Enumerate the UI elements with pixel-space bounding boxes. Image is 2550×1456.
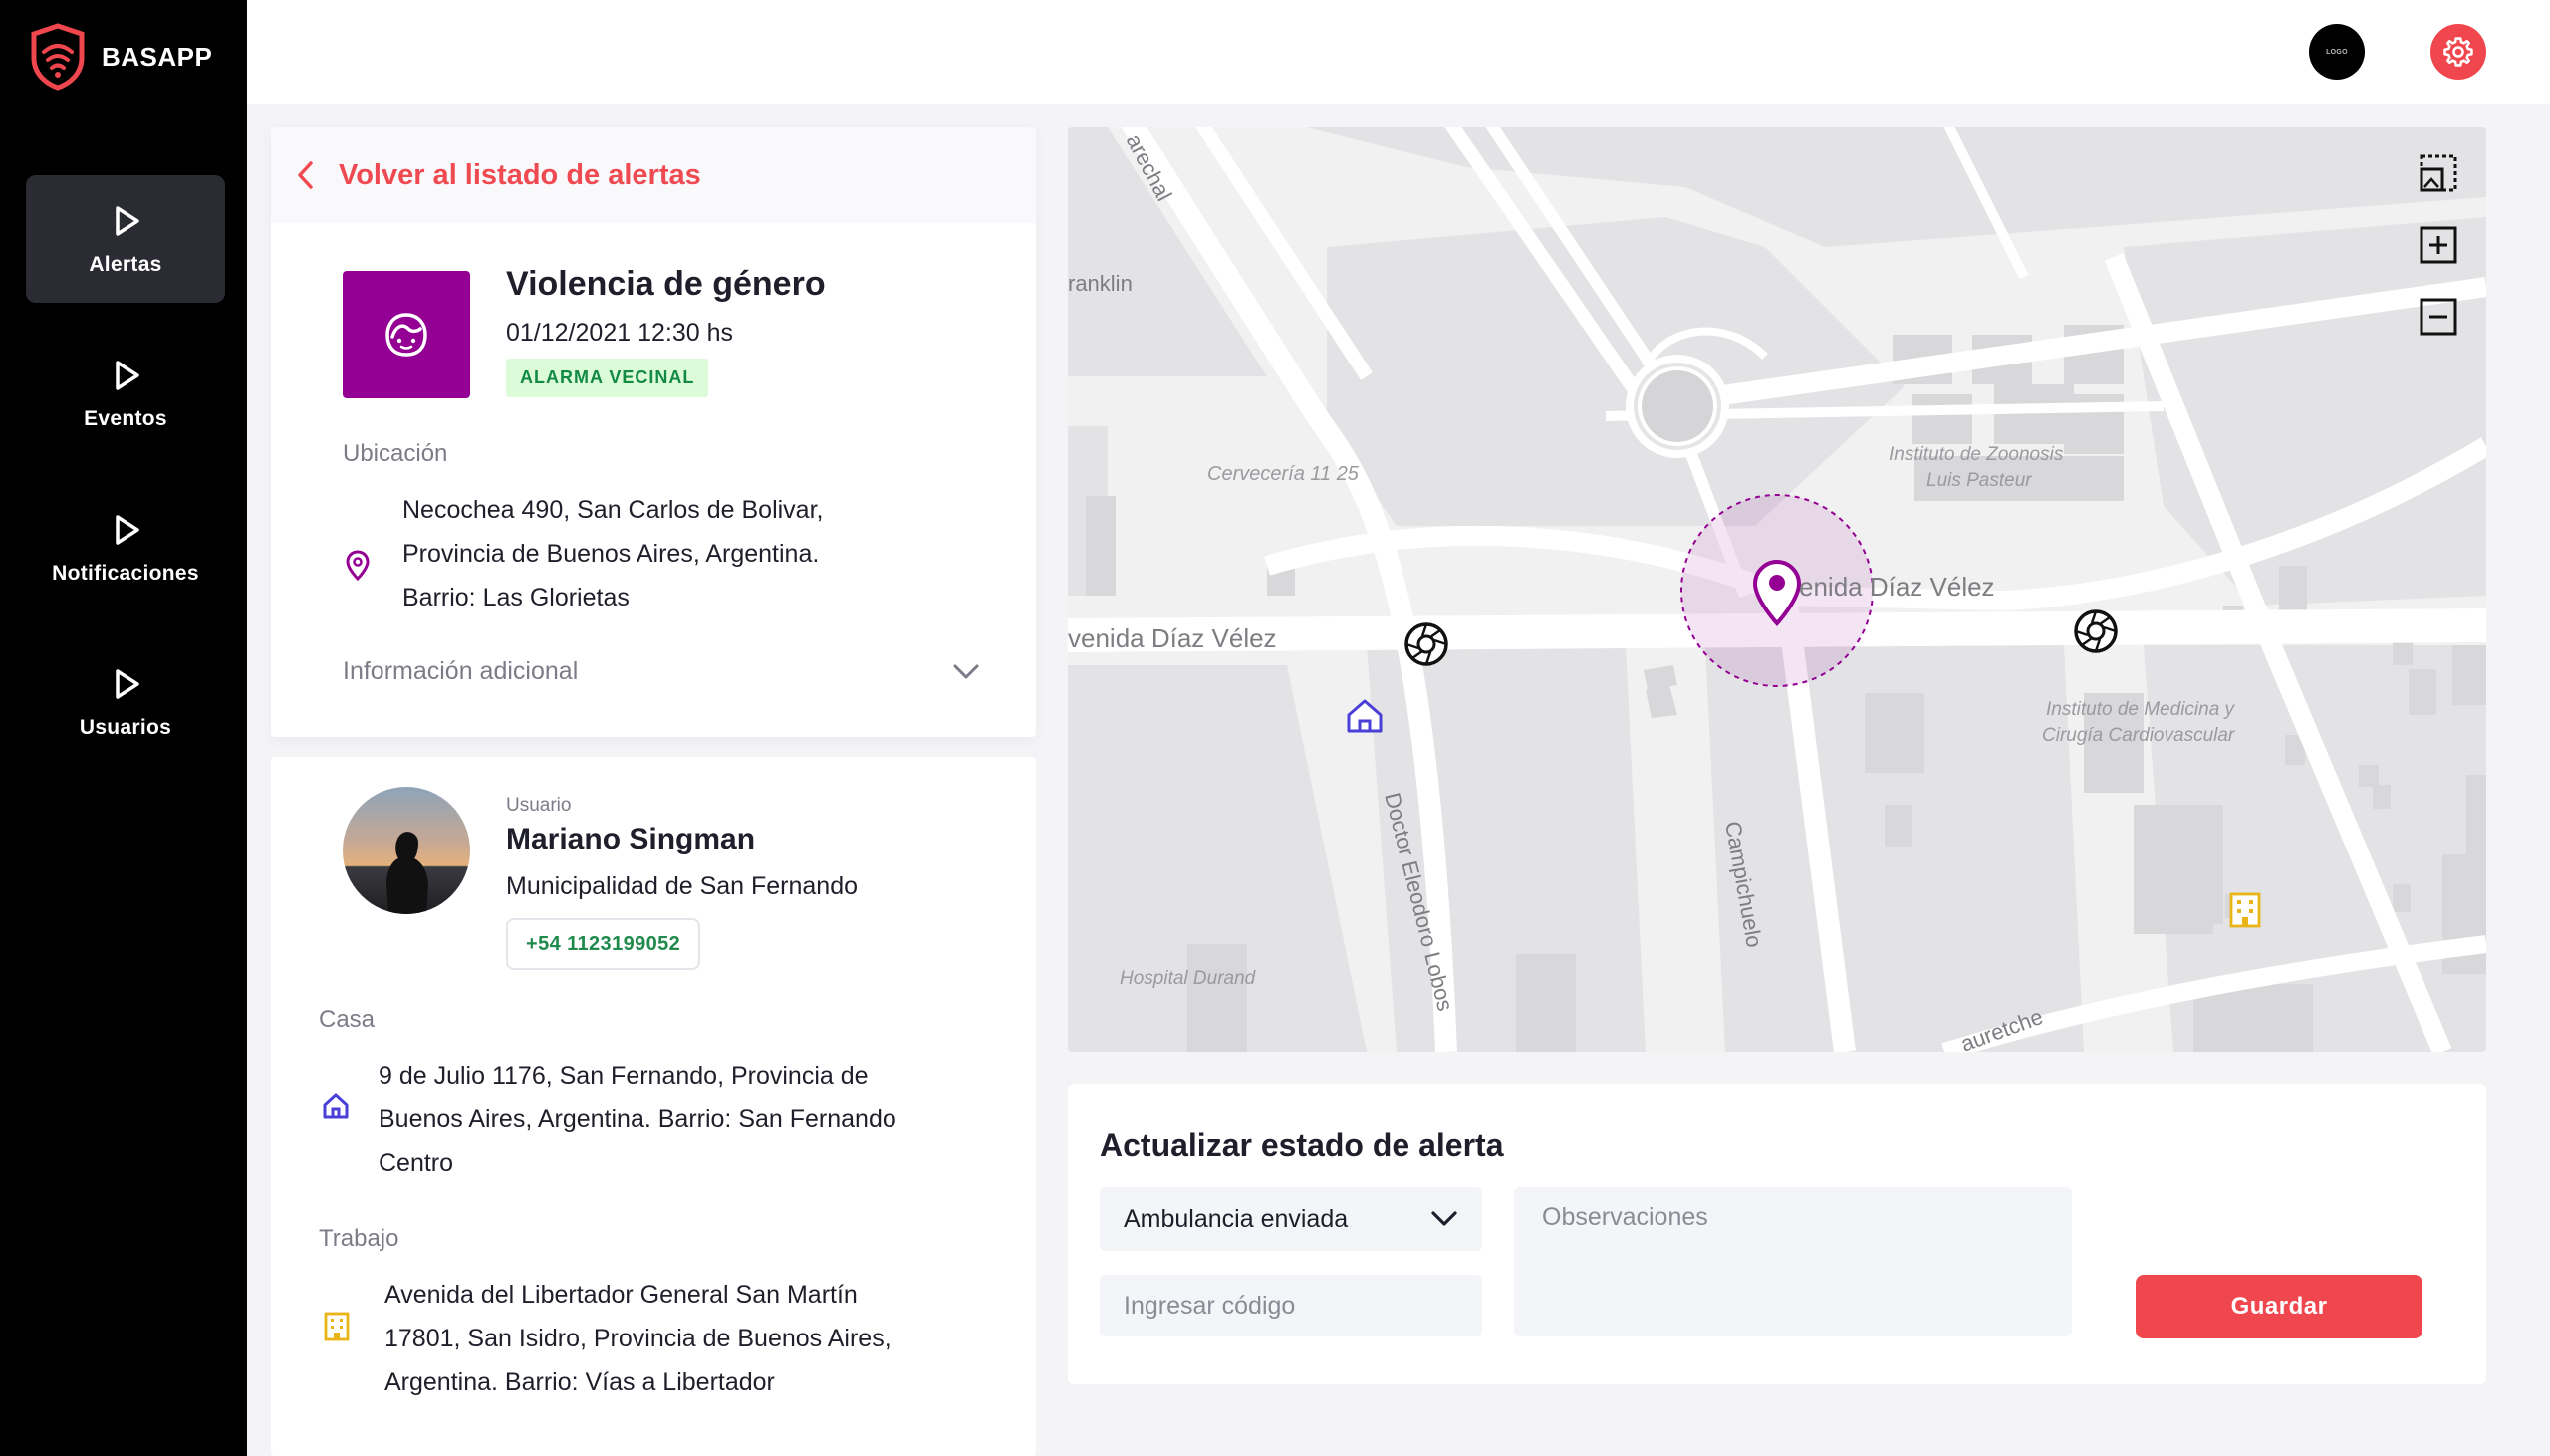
address-line: Necochea 490, San Carlos de Bolivar, <box>402 496 824 524</box>
user-card: Usuario Mariano Singman Municipalidad de… <box>271 757 1036 1456</box>
sidebar: BASAPP Alertas Eventos Notificaciones Us… <box>0 0 247 1456</box>
additional-info-toggle[interactable]: Información adicional <box>343 657 980 686</box>
map-layers-button[interactable] <box>2417 151 2460 195</box>
topbar: LOGO <box>247 0 2550 104</box>
play-icon <box>116 515 139 545</box>
map[interactable]: arechal ranklin Cervecería 11 25 Institu… <box>1068 127 2486 1052</box>
zoom-out-button[interactable] <box>2417 295 2460 339</box>
chevron-down-icon <box>953 664 979 678</box>
alert-title: Violencia de género <box>506 265 826 303</box>
play-icon <box>116 361 139 390</box>
map-label: venida Díaz Vélez <box>1068 623 1277 653</box>
address-line: 17801, San Isidro, Provincia de Buenos A… <box>384 1325 892 1352</box>
alert-type-icon-box <box>343 271 470 398</box>
sidebar-item-label: Eventos <box>84 407 167 430</box>
map-label: ranklin <box>1068 271 1133 296</box>
update-status-card: Actualizar estado de alerta Ambulancia e… <box>1068 1084 2486 1384</box>
location-label: Ubicación <box>343 440 448 467</box>
chevron-left-icon <box>298 161 313 189</box>
sidebar-item-label: Notificaciones <box>52 562 199 585</box>
back-link-label: Volver al listado de alertas <box>339 158 701 191</box>
sidebar-item-notificaciones[interactable]: Notificaciones <box>26 484 225 611</box>
map-label: Instituto de Zoonosis <box>1889 444 2064 465</box>
address-line: 9 de Julio 1176, San Fernando, Provincia… <box>379 1062 869 1090</box>
alert-address: Necochea 490, San Carlos de Bolivar, Pro… <box>402 488 823 619</box>
update-status-title: Actualizar estado de alerta <box>1100 1127 1504 1163</box>
work-marker[interactable] <box>2229 892 2261 928</box>
address-line: Avenida del Libertador General San Martí… <box>384 1281 858 1309</box>
save-button[interactable]: Guardar <box>2136 1275 2422 1338</box>
address-line: Barrio: Las Glorietas <box>402 584 630 611</box>
observations-textarea[interactable] <box>1514 1187 2072 1336</box>
alert-datetime: 01/12/2021 12:30 hs <box>506 319 733 347</box>
play-icon <box>116 669 139 699</box>
work-address: Avenida del Libertador General San Martí… <box>384 1273 892 1404</box>
settings-button[interactable] <box>2430 24 2486 80</box>
building-icon <box>324 1312 350 1341</box>
sidebar-item-label: Alertas <box>89 253 162 276</box>
camera-marker[interactable] <box>1404 622 1448 666</box>
user-role-label: Usuario <box>506 795 572 816</box>
address-line: Buenos Aires, Argentina. Barrio: San Fer… <box>379 1105 896 1133</box>
code-input[interactable] <box>1100 1275 1482 1336</box>
map-label: Instituto de Medicina y <box>2046 699 2236 720</box>
play-icon <box>116 206 139 236</box>
sidebar-item-usuarios[interactable]: Usuarios <box>26 638 225 766</box>
minus-icon <box>2420 298 2457 336</box>
map-image-icon <box>2420 154 2457 192</box>
home-label: Casa <box>319 1006 376 1033</box>
address-line: Argentina. Barrio: Vías a Libertador <box>384 1368 775 1396</box>
work-label: Trabajo <box>319 1225 399 1252</box>
user-avatar <box>343 787 470 914</box>
user-organization: Municipalidad de San Fernando <box>506 872 859 900</box>
home-icon <box>323 1093 349 1119</box>
home-address: 9 de Julio 1176, San Fernando, Provincia… <box>379 1054 896 1185</box>
map-canvas[interactable]: arechal ranklin Cervecería 11 25 Institu… <box>1068 127 2486 1052</box>
map-label: Luis Pasteur <box>1926 470 2032 491</box>
brand[interactable]: BASAPP <box>28 22 212 92</box>
sidebar-item-label: Usuarios <box>79 716 172 739</box>
alert-type-badge: ALARMA VECINAL <box>506 359 709 397</box>
status-select[interactable]: Ambulancia enviada <box>1100 1187 1482 1251</box>
map-label: Hospital Durand <box>1120 968 1257 989</box>
brand-name: BASAPP <box>102 41 213 72</box>
map-label: Cirugía Cardiovascular <box>2042 725 2235 746</box>
chevron-down-icon <box>1431 1211 1457 1226</box>
user-name: Mariano Singman <box>506 823 756 855</box>
user-phone-button[interactable]: +54 1123199052 <box>506 918 701 970</box>
zoom-in-button[interactable] <box>2417 223 2460 267</box>
location-pin-icon <box>346 550 370 582</box>
sidebar-item-alertas[interactable]: Alertas <box>26 175 225 303</box>
woman-face-icon <box>385 313 427 357</box>
status-select-value: Ambulancia enviada <box>1124 1204 1349 1233</box>
additional-info-label: Información adicional <box>343 657 579 685</box>
gear-icon <box>2443 37 2473 67</box>
camera-marker[interactable] <box>2074 609 2118 653</box>
back-to-alerts-link[interactable]: Volver al listado de alertas <box>271 127 1036 223</box>
avatar-text: LOGO <box>2326 48 2348 56</box>
address-line: Provincia de Buenos Aires, Argentina. <box>402 540 820 568</box>
map-label: enida Díaz Vélez <box>1799 572 1995 602</box>
person-silhouette-icon <box>386 832 428 914</box>
sidebar-item-eventos[interactable]: Eventos <box>26 330 225 457</box>
address-line: Centro <box>379 1149 454 1177</box>
shield-wifi-logo-icon <box>31 23 85 91</box>
alert-detail-card: Volver al listado de alertas Violencia d… <box>271 127 1036 737</box>
map-label: Cervecería 11 25 <box>1207 463 1360 485</box>
organization-avatar[interactable]: LOGO <box>2309 24 2365 80</box>
plus-icon <box>2420 226 2457 264</box>
